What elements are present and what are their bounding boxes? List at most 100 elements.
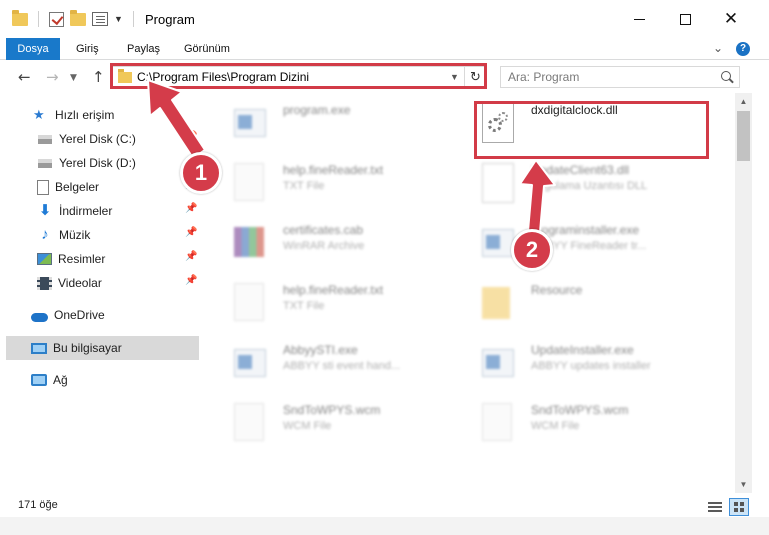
large-icons-view-icon[interactable] bbox=[729, 498, 749, 516]
minimize-button[interactable] bbox=[616, 0, 662, 38]
window-title: Program bbox=[145, 12, 195, 27]
help-icon[interactable]: ? bbox=[736, 42, 750, 56]
title-bar: ▼ Program ✕ bbox=[0, 0, 769, 38]
application-icon bbox=[482, 349, 514, 377]
scroll-thumb[interactable] bbox=[737, 111, 750, 161]
tab-file[interactable]: Dosya bbox=[6, 38, 60, 60]
address-dropdown-icon[interactable]: ▼ bbox=[450, 72, 459, 82]
star-icon: ★ bbox=[33, 107, 45, 122]
file-item-exe[interactable]: AbbyySTI.exe ABBYY sti event hand... bbox=[220, 337, 460, 391]
pin-icon[interactable]: 📌 bbox=[185, 251, 197, 262]
tab-view[interactable]: Görünüm bbox=[184, 38, 230, 60]
file-item-wcm[interactable]: SndToWPYS.wcm WCM File bbox=[468, 397, 708, 451]
file-type: WCM File bbox=[531, 420, 580, 432]
file-name: UpdateInstaller.exe bbox=[531, 343, 634, 357]
drive-icon bbox=[37, 155, 53, 171]
pin-icon[interactable]: 📌 bbox=[185, 131, 197, 142]
sidebar-item-label: Ağ bbox=[53, 373, 68, 387]
sidebar-item-videos[interactable]: Videolar bbox=[37, 272, 102, 294]
properties-check-icon[interactable] bbox=[49, 11, 64, 27]
file-item-text[interactable]: help.fineReader.txt TXT File bbox=[220, 277, 460, 331]
file-item-dll[interactable]: UpdateClient63.dll Uygulama Uzantısı DLL bbox=[468, 157, 708, 211]
sidebar-item-this-pc[interactable]: Bu bilgisayar bbox=[31, 337, 122, 359]
scroll-up-icon[interactable]: ▲ bbox=[735, 93, 752, 110]
file-name: SndToWPYS.wcm bbox=[283, 403, 381, 417]
dll-file-icon bbox=[482, 163, 514, 203]
file-item-program-exe[interactable]: program.exe bbox=[220, 97, 460, 151]
vertical-scrollbar[interactable]: ▲ ▼ bbox=[735, 93, 752, 493]
sidebar-item-label: Hızlı erişim bbox=[55, 108, 115, 122]
sidebar-item-network[interactable]: Ağ bbox=[31, 369, 68, 391]
refresh-icon[interactable]: ↻ bbox=[464, 67, 486, 87]
file-item-exe[interactable]: UpdateInstaller.exe ABBYY updates instal… bbox=[468, 337, 708, 391]
toolbar-divider bbox=[132, 11, 134, 27]
sidebar-item-music[interactable]: ♪ Müzik bbox=[37, 224, 90, 246]
address-bar[interactable]: C:\Program Files\Program Dizini ▼ ↻ bbox=[111, 66, 486, 88]
details-view-icon[interactable] bbox=[708, 501, 722, 513]
file-name: dxdigitalclock.dll bbox=[531, 103, 618, 117]
folder-icon bbox=[482, 287, 510, 319]
expand-ribbon-icon[interactable]: ⌄ bbox=[713, 41, 723, 55]
network-icon bbox=[31, 374, 47, 386]
tab-home[interactable]: Giriş bbox=[76, 38, 99, 60]
sidebar-item-label: Müzik bbox=[59, 228, 91, 242]
callout-marker-1: 1 bbox=[180, 152, 222, 194]
file-item-installer[interactable]: programinstaller.exe ABBYY FineReader tr… bbox=[468, 217, 708, 271]
file-type: TXT File bbox=[283, 180, 325, 192]
application-icon bbox=[482, 229, 514, 257]
sidebar-item-downloads[interactable]: ⬇ İndirmeler bbox=[37, 200, 113, 222]
file-item-text[interactable]: help.fineReader.txt TXT File bbox=[220, 157, 460, 211]
sidebar-item-local-disk-c[interactable]: Yerel Disk (C:) bbox=[37, 128, 136, 150]
sidebar-item-label: İndirmeler bbox=[59, 204, 113, 218]
folder-icon[interactable] bbox=[12, 9, 28, 26]
generic-file-icon bbox=[234, 403, 264, 441]
search-icon[interactable] bbox=[721, 71, 731, 81]
recent-locations-chevron-icon[interactable]: ▼ bbox=[70, 73, 77, 83]
quick-access-toolbar: ▼ bbox=[12, 9, 138, 29]
folder-icon bbox=[118, 69, 132, 83]
maximize-icon bbox=[679, 13, 691, 25]
up-arrow-icon[interactable]: ↑ bbox=[92, 68, 105, 86]
pin-icon[interactable]: 📌 bbox=[185, 275, 197, 286]
file-name: help.fineReader.txt bbox=[283, 283, 384, 297]
file-item-dxdigitalclock-dll[interactable]: dxdigitalclock.dll bbox=[468, 97, 708, 151]
file-item-archive[interactable]: certificates.cab WinRAR Archive bbox=[220, 217, 460, 271]
sidebar-item-label: Videolar bbox=[58, 276, 102, 290]
new-folder-icon[interactable] bbox=[70, 9, 86, 26]
sidebar-item-label: Yerel Disk (C:) bbox=[59, 132, 136, 146]
file-type: TXT File bbox=[283, 300, 325, 312]
file-item-wcm[interactable]: SndToWPYS.wcm WCM File bbox=[220, 397, 460, 451]
pin-icon[interactable]: 📌 bbox=[185, 227, 197, 238]
search-input[interactable] bbox=[508, 69, 708, 85]
sidebar-item-documents[interactable]: Belgeler bbox=[37, 176, 99, 198]
sidebar-item-pictures[interactable]: Resimler bbox=[37, 248, 105, 270]
view-properties-icon[interactable] bbox=[92, 12, 108, 26]
file-type: Uygulama Uzantısı DLL bbox=[531, 180, 648, 192]
sidebar-item-local-disk-d[interactable]: Yerel Disk (D:) bbox=[37, 152, 136, 174]
ribbon-tabs: Dosya Giriş Paylaş Görünüm ⌄ ? bbox=[0, 38, 769, 60]
status-bar: 171 öğe bbox=[0, 493, 769, 517]
sidebar-item-quick-access[interactable]: ★ Hızlı erişim bbox=[33, 104, 114, 126]
pin-icon[interactable]: 📌 bbox=[185, 203, 197, 214]
forward-arrow-icon[interactable]: → bbox=[46, 68, 59, 86]
text-file-icon bbox=[234, 283, 264, 321]
chevron-down-icon[interactable]: ▼ bbox=[114, 14, 123, 24]
file-item-resource-folder[interactable]: Resource bbox=[468, 277, 708, 331]
maximize-button[interactable] bbox=[662, 0, 708, 38]
close-button[interactable]: ✕ bbox=[708, 0, 754, 38]
file-type: WinRAR Archive bbox=[283, 240, 365, 252]
application-icon bbox=[234, 349, 266, 377]
search-box[interactable] bbox=[500, 66, 740, 88]
sidebar-item-label: Resimler bbox=[58, 252, 106, 266]
address-path[interactable]: C:\Program Files\Program Dizini bbox=[137, 70, 309, 84]
tab-share[interactable]: Paylaş bbox=[127, 38, 160, 60]
item-count: 171 öğe bbox=[18, 499, 58, 511]
file-name: Resource bbox=[531, 283, 583, 297]
file-name: help.fineReader.txt bbox=[283, 163, 384, 177]
file-name: SndToWPYS.wcm bbox=[531, 403, 629, 417]
toolbar-divider bbox=[38, 11, 39, 27]
sidebar-item-onedrive[interactable]: OneDrive bbox=[31, 304, 105, 326]
downloads-icon: ⬇ bbox=[38, 202, 52, 219]
scroll-down-icon[interactable]: ▼ bbox=[735, 476, 752, 493]
back-arrow-icon[interactable]: ← bbox=[18, 68, 31, 86]
